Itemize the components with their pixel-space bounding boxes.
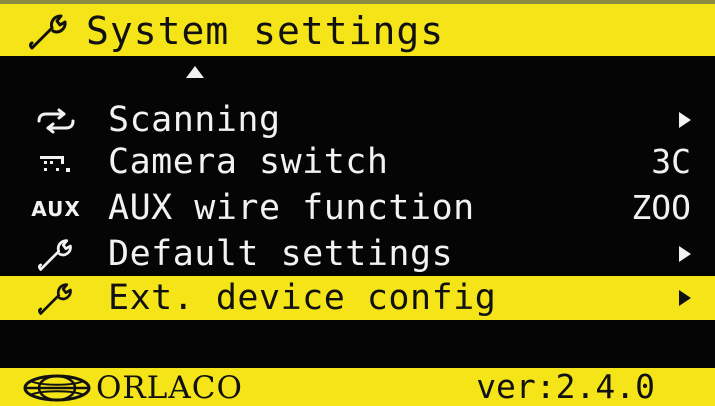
- menu-item-value: ZOO: [631, 188, 691, 227]
- menu-item-aux-wire-function[interactable]: AUX AUX wire function ZOO: [0, 186, 715, 230]
- menu-item-label: AUX wire function: [108, 188, 475, 228]
- orlaco-logo: [23, 374, 91, 402]
- wrench-icon: [26, 282, 86, 316]
- aux-icon: AUX: [31, 197, 81, 221]
- camera-switch-icon: [26, 146, 86, 180]
- menu-item-default-settings[interactable]: Default settings: [0, 232, 715, 276]
- menu-item-camera-switch[interactable]: Camera switch 3C: [0, 140, 715, 184]
- menu-item-label: Ext. device config: [108, 278, 497, 318]
- menu-item-label: Scanning: [108, 100, 281, 140]
- wrench-icon: [26, 238, 86, 272]
- menu-item-label: Camera switch: [108, 142, 389, 182]
- menu-item-label: Default settings: [108, 234, 454, 274]
- submenu-arrow-icon: [679, 246, 691, 262]
- menu-item-ext-device-config[interactable]: Ext. device config: [0, 276, 715, 320]
- status-bar: ORLACO ver:2.4.0: [0, 368, 715, 406]
- page-title: System settings: [86, 9, 445, 53]
- scroll-up-indicator[interactable]: [186, 66, 204, 78]
- submenu-arrow-icon: [679, 112, 691, 128]
- swap-arrows-icon: [26, 104, 86, 138]
- firmware-version: ver:2.4.0: [476, 367, 655, 406]
- brand-name: ORLACO: [96, 370, 243, 406]
- menu-item-scanning[interactable]: Scanning: [0, 98, 715, 142]
- submenu-arrow-icon: [679, 290, 691, 306]
- wrench-icon: [29, 14, 67, 50]
- display-screen: System settings Scanning Camera switch 3…: [0, 0, 715, 406]
- menu-header: System settings: [0, 4, 715, 56]
- menu-item-value: 3C: [651, 142, 691, 181]
